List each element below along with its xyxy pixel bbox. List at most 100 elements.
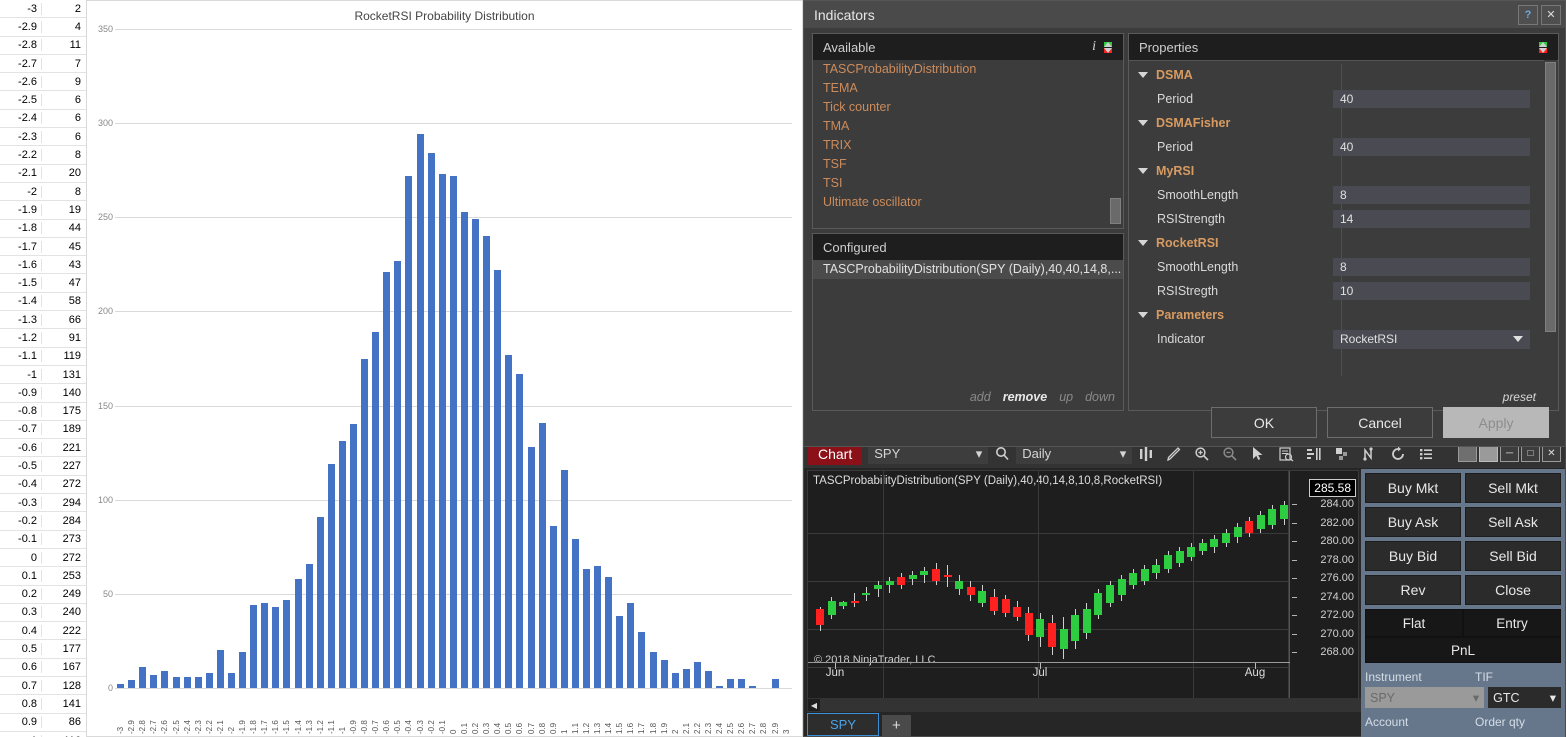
property-group[interactable]: MyRSI: [1129, 159, 1543, 183]
buy-bid-button[interactable]: Buy Bid: [1365, 541, 1461, 571]
cell-count[interactable]: 19: [42, 204, 85, 216]
cell-count[interactable]: 43: [42, 259, 85, 271]
property-value-input[interactable]: 40: [1333, 90, 1530, 108]
property-value-input[interactable]: 10: [1333, 282, 1530, 300]
table-row[interactable]: -0.3 294: [0, 494, 86, 513]
data-column[interactable]: -3 2 -2.9 4 -2.8 11 -2.7 7 -2.6 9 -2.5 6 -2.4 6 -2.3 6-…: [0, 0, 87, 737]
cell-count[interactable]: 6: [42, 131, 85, 143]
cell-x[interactable]: -1.3: [0, 313, 42, 326]
cell-x[interactable]: 0.9: [0, 716, 42, 729]
cell-x[interactable]: -2.4: [0, 112, 42, 125]
cell-x[interactable]: -2.9: [0, 20, 42, 33]
property-group[interactable]: DSMAFisher: [1129, 111, 1543, 135]
property-value-input[interactable]: 8: [1333, 258, 1530, 276]
pnl-button[interactable]: PnL: [1365, 637, 1561, 663]
cell-count[interactable]: 189: [42, 423, 85, 435]
cell-x[interactable]: -2.1: [0, 167, 42, 180]
properties-scrollbar[interactable]: [1544, 60, 1557, 409]
available-list[interactable]: TASCProbabilityDistribution TEMA Tick coun…: [813, 60, 1123, 228]
table-row[interactable]: -2.6 9: [0, 73, 86, 92]
cell-count[interactable]: 253: [42, 570, 85, 582]
price-chart[interactable]: TASCProbabilityDistribution(SPY (Daily),…: [807, 470, 1359, 700]
spreadsheet-pane[interactable]: -3 2 -2.9 4 -2.8 11 -2.7 7 -2.6 9 -2.5 6 -2.4 6 -2.3 6-…: [0, 0, 804, 737]
chevron-down-icon[interactable]: [1138, 72, 1148, 78]
cell-count[interactable]: 66: [42, 314, 85, 326]
entry-button[interactable]: Entry: [1463, 609, 1561, 637]
restore-button[interactable]: [1458, 445, 1477, 462]
preset-link[interactable]: preset: [1503, 390, 1536, 404]
add-tab-button[interactable]: +: [882, 715, 911, 736]
cell-x[interactable]: -3: [0, 2, 42, 15]
available-scrollbar[interactable]: [1109, 60, 1122, 227]
property-group[interactable]: RocketRSI: [1129, 231, 1543, 255]
cell-x[interactable]: -0.9: [0, 386, 42, 399]
table-row[interactable]: -2.1 20: [0, 165, 86, 183]
flat-button[interactable]: Flat: [1365, 609, 1463, 637]
table-row[interactable]: -2.4 6: [0, 110, 86, 129]
window-close-icon[interactable]: ✕: [1542, 445, 1561, 462]
cell-count[interactable]: 45: [42, 241, 85, 253]
properties-scrollbar-thumb[interactable]: [1545, 62, 1556, 332]
table-row[interactable]: -1.9 19: [0, 201, 86, 220]
table-row[interactable]: -1.3 66: [0, 311, 86, 330]
table-row[interactable]: -2 8: [0, 183, 86, 202]
close-icon[interactable]: ✕: [1541, 4, 1561, 25]
cell-count[interactable]: 273: [42, 533, 85, 545]
properties-list[interactable]: DSMA Period 40 DSMAFisher Period 40 MyRSI Smoot…: [1129, 60, 1543, 410]
chevron-down-icon[interactable]: [1138, 168, 1148, 174]
cell-count[interactable]: 249: [42, 588, 85, 600]
cell-x[interactable]: -1.9: [0, 203, 42, 216]
price-axis[interactable]: 285.58 284.00 282.00 280.00 278.00 276.00 274.…: [1289, 471, 1358, 699]
close-button[interactable]: Close: [1465, 575, 1561, 605]
configured-list-item[interactable]: TASCProbabilityDistribution(SPY (Daily),…: [813, 260, 1123, 279]
table-row[interactable]: 0.6 167: [0, 659, 86, 677]
property-group[interactable]: Parameters: [1129, 303, 1543, 327]
property-value-input[interactable]: 40: [1333, 138, 1530, 156]
table-row[interactable]: 0.1 253: [0, 567, 86, 586]
cell-count[interactable]: 20: [42, 167, 85, 179]
cell-x[interactable]: -1.4: [0, 295, 42, 308]
cell-x[interactable]: 0.6: [0, 661, 42, 674]
cell-count[interactable]: 140: [42, 387, 85, 399]
cell-count[interactable]: 91: [42, 332, 85, 344]
cell-x[interactable]: -0.6: [0, 441, 42, 454]
action-remove[interactable]: remove: [1003, 390, 1047, 404]
cell-x[interactable]: -2.8: [0, 39, 42, 52]
table-row[interactable]: -2.5 6: [0, 91, 86, 110]
cell-x[interactable]: -0.4: [0, 478, 42, 491]
chart-tab-spy[interactable]: SPY: [807, 713, 880, 736]
table-row[interactable]: -1.1 119: [0, 348, 86, 366]
table-row[interactable]: 0.5 177: [0, 640, 86, 659]
table-row[interactable]: -1 131: [0, 366, 86, 385]
cell-count[interactable]: 6: [42, 112, 85, 124]
cell-x[interactable]: 0.4: [0, 624, 42, 637]
table-row[interactable]: -0.6 221: [0, 439, 86, 458]
cell-x[interactable]: 0.5: [0, 643, 42, 656]
cell-x[interactable]: -0.1: [0, 533, 42, 546]
table-row[interactable]: -1.5 47: [0, 274, 86, 293]
help-icon[interactable]: ?: [1518, 4, 1538, 25]
scroll-spinner[interactable]: [1104, 41, 1117, 53]
cancel-button[interactable]: Cancel: [1327, 407, 1433, 438]
cell-count[interactable]: 240: [42, 606, 85, 618]
table-row[interactable]: -2.2 8: [0, 146, 86, 165]
table-row[interactable]: 0.8 141: [0, 695, 86, 714]
table-row[interactable]: -1.2 91: [0, 329, 86, 348]
property-group[interactable]: DSMA: [1129, 63, 1543, 87]
cell-count[interactable]: 284: [42, 515, 85, 527]
cell-x[interactable]: -2.2: [0, 149, 42, 162]
table-row[interactable]: -0.4 272: [0, 476, 86, 495]
cell-count[interactable]: 8: [42, 149, 85, 161]
cell-x[interactable]: -0.8: [0, 405, 42, 418]
table-row[interactable]: -2.7 7: [0, 55, 86, 74]
cell-x[interactable]: -1.1: [0, 350, 42, 363]
minimize-button[interactable]: ─: [1500, 445, 1519, 462]
cell-count[interactable]: 58: [42, 295, 85, 307]
available-list-item[interactable]: TSF: [813, 155, 1123, 174]
cell-x[interactable]: -2.6: [0, 75, 42, 88]
cell-x[interactable]: -0.7: [0, 423, 42, 436]
dialog-titlebar[interactable]: Indicators ? ✕: [804, 1, 1565, 28]
cell-count[interactable]: 177: [42, 643, 85, 655]
cell-count[interactable]: 86: [42, 716, 85, 728]
cell-count[interactable]: 272: [42, 478, 85, 490]
